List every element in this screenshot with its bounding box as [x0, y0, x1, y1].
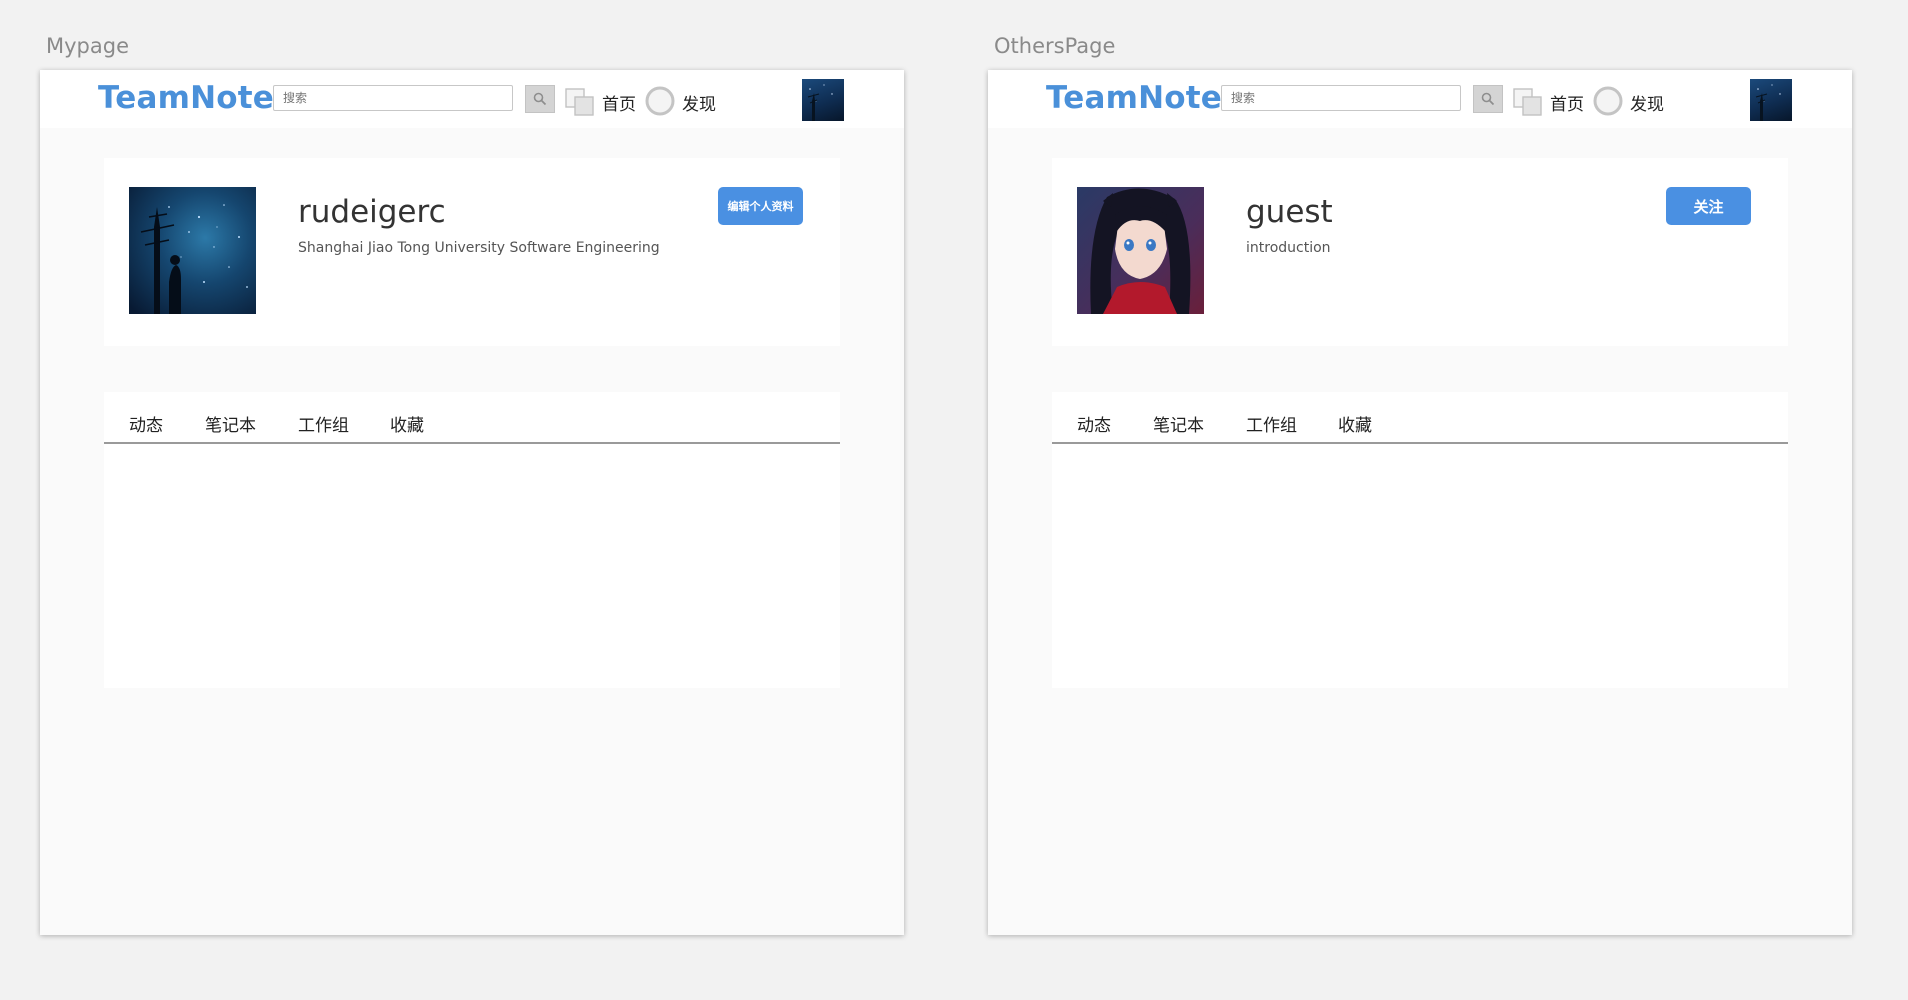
navbar: TeamNote 首页 发现	[40, 70, 904, 128]
tabs-bar: 动态 笔记本 工作组 收藏	[1052, 392, 1788, 444]
content-card: 动态 笔记本 工作组 收藏	[104, 392, 840, 688]
search-icon	[533, 92, 547, 106]
profile-intro: Shanghai Jiao Tong University Software E…	[298, 240, 660, 256]
search-input[interactable]	[1221, 85, 1461, 111]
profile-card: rudeigerc Shanghai Jiao Tong University …	[104, 158, 840, 346]
user-avatar[interactable]	[1750, 79, 1792, 121]
profile-avatar	[1077, 187, 1204, 314]
profile-name: rudeigerc	[298, 194, 446, 230]
profile-intro: introduction	[1246, 240, 1331, 256]
logo[interactable]: TeamNote	[98, 80, 274, 116]
artboard-label-otherspage: OthersPage	[994, 34, 1116, 58]
profile-avatar	[129, 187, 256, 314]
tab-notebooks[interactable]: 笔记本	[205, 411, 256, 436]
tab-workgroups[interactable]: 工作组	[1246, 411, 1297, 436]
tab-activity[interactable]: 动态	[129, 411, 163, 436]
navbar: TeamNote 首页 发现	[988, 70, 1852, 128]
follow-button[interactable]: 关注	[1666, 187, 1751, 225]
search-button[interactable]	[1473, 85, 1503, 113]
profile-name: guest	[1246, 194, 1333, 230]
profile-card: guest introduction 关注	[1052, 158, 1788, 346]
tab-favorites[interactable]: 收藏	[390, 411, 424, 436]
search-button[interactable]	[525, 85, 555, 113]
circle-icon[interactable]	[1592, 85, 1624, 117]
home-squares-icon[interactable]	[565, 88, 595, 116]
tab-notebooks[interactable]: 笔记本	[1153, 411, 1204, 436]
nav-discover-link[interactable]: 发现	[682, 90, 716, 115]
artboard-mypage: TeamNote 首页 发现	[40, 70, 904, 935]
search-input[interactable]	[273, 85, 513, 111]
artboard-label-mypage: Mypage	[46, 34, 129, 58]
logo[interactable]: TeamNote	[1046, 80, 1222, 116]
circle-icon[interactable]	[644, 85, 676, 117]
home-squares-icon[interactable]	[1513, 88, 1543, 116]
tab-favorites[interactable]: 收藏	[1338, 411, 1372, 436]
tab-workgroups[interactable]: 工作组	[298, 411, 349, 436]
search-icon	[1481, 92, 1495, 106]
nav-home-link[interactable]: 首页	[602, 90, 636, 115]
artboard-otherspage: TeamNote 首页 发现	[988, 70, 1852, 935]
nav-home-link[interactable]: 首页	[1550, 90, 1584, 115]
edit-profile-button[interactable]: 编辑个人资料	[718, 187, 803, 225]
nav-discover-link[interactable]: 发现	[1630, 90, 1664, 115]
tab-activity[interactable]: 动态	[1077, 411, 1111, 436]
user-avatar[interactable]	[802, 79, 844, 121]
content-card: 动态 笔记本 工作组 收藏	[1052, 392, 1788, 688]
tabs-bar: 动态 笔记本 工作组 收藏	[104, 392, 840, 444]
